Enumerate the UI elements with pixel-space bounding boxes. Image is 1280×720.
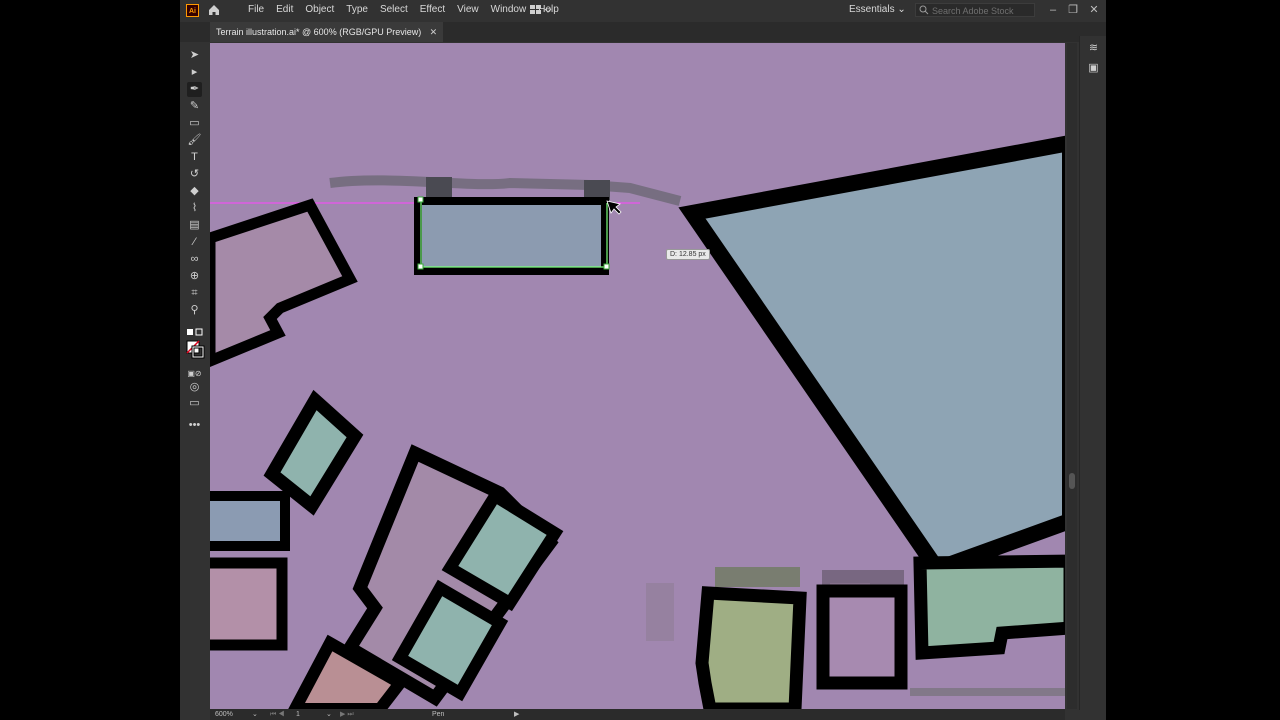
artwork xyxy=(210,43,1065,709)
menu-items: File Edit Object Type Select Effect View… xyxy=(242,0,565,20)
workspace-label: Essentials xyxy=(849,4,895,15)
arrange-documents-icon[interactable] xyxy=(529,4,553,16)
artboard-number[interactable]: 1 xyxy=(296,709,300,720)
vertical-scrollbar[interactable] xyxy=(1067,43,1077,709)
gradient-icon[interactable]: ▤ xyxy=(187,218,202,233)
artboard-canvas[interactable]: D: 12.85 px xyxy=(210,43,1065,709)
fill-stroke-icon[interactable] xyxy=(184,327,206,367)
blurred-block xyxy=(646,583,674,641)
tools-panel: ➤ ▸ ✒ ✎ ▭ 🖌 T ↺ ◆ ⌇ ▤ ⁄ ∞ ⊕ ⌗ ⚲ ▣⊘ ◎ ▭ •… xyxy=(180,42,209,712)
document-tab-bar: Terrain illustration.ai* @ 600% (RGB/GPU… xyxy=(180,22,1106,42)
pen-icon[interactable]: ✒ xyxy=(187,82,202,97)
chevron-down-icon: ⌄ xyxy=(897,4,906,15)
eraser-icon[interactable]: ◆ xyxy=(187,184,202,199)
status-bar: 600% ⌄ ⏮ ◀ 1 ⌄ ▶ ⏭ Pen ▶ xyxy=(210,709,1065,720)
measurement-tooltip: D: 12.85 px xyxy=(666,249,710,260)
menu-window[interactable]: Window xyxy=(485,0,533,20)
menu-view[interactable]: View xyxy=(451,0,485,20)
right-panel-dock: ≋ ▣ xyxy=(1079,36,1106,710)
type-icon[interactable]: T xyxy=(187,150,202,165)
rectangle-icon[interactable]: ▭ xyxy=(187,116,202,131)
next-artboard-icon[interactable]: ▶ ⏭ xyxy=(340,709,354,720)
menu-file[interactable]: File xyxy=(242,0,270,20)
home-icon[interactable] xyxy=(207,3,221,17)
drawn-rectangle xyxy=(414,197,609,275)
menu-select[interactable]: Select xyxy=(374,0,414,20)
chevron-down-icon[interactable]: ⌄ xyxy=(326,709,332,720)
blurred-block xyxy=(426,177,452,199)
menu-effect[interactable]: Effect xyxy=(414,0,451,20)
building-shape xyxy=(210,557,288,651)
blend-icon[interactable]: ∞ xyxy=(187,252,202,267)
draw-mode-icon[interactable]: ▣⊘ xyxy=(187,366,202,381)
tab-close-icon[interactable]: ✕ xyxy=(430,22,438,42)
document-tab-title: Terrain illustration.ai* @ 600% (RGB/GPU… xyxy=(216,27,422,37)
anchor-point[interactable] xyxy=(603,263,610,270)
minimize-icon[interactable]: – xyxy=(1045,2,1061,18)
rotate-icon[interactable]: ↺ xyxy=(187,167,202,182)
building-shape xyxy=(816,584,908,690)
chevron-down-icon[interactable]: ⌄ xyxy=(252,709,258,720)
restore-icon[interactable]: ❐ xyxy=(1065,2,1081,18)
building-shape xyxy=(210,491,290,551)
eyedropper-icon[interactable]: ⁄ xyxy=(187,235,202,250)
anchor-point[interactable] xyxy=(417,263,424,270)
close-icon[interactable]: ✕ xyxy=(1086,2,1102,18)
blurred-block xyxy=(910,688,1065,696)
stock-search-input[interactable]: Search Adobe Stock xyxy=(915,3,1035,17)
menu-object[interactable]: Object xyxy=(299,0,340,20)
building-shape xyxy=(695,586,807,709)
scroll-thumb[interactable] xyxy=(1069,473,1075,489)
width-icon[interactable]: ⌇ xyxy=(187,201,202,216)
status-menu-icon[interactable]: ▶ xyxy=(514,709,519,720)
search-icon xyxy=(919,5,929,15)
document-tab[interactable]: Terrain illustration.ai* @ 600% (RGB/GPU… xyxy=(210,22,444,42)
app-logo: Ai xyxy=(186,4,199,17)
illustrator-window: Ai File Edit Object Type Select Effect V… xyxy=(180,0,1106,720)
libraries-icon[interactable]: ▣ xyxy=(1087,62,1100,75)
anchor-point[interactable] xyxy=(417,196,424,203)
artboard-icon[interactable]: ⌗ xyxy=(187,286,202,301)
menu-edit[interactable]: Edit xyxy=(270,0,299,20)
menu-type[interactable]: Type xyxy=(340,0,374,20)
direct-selection-icon[interactable]: ▸ xyxy=(187,65,202,80)
workspace-switcher[interactable]: Essentials ⌄ xyxy=(849,0,906,20)
prev-artboard-icon[interactable]: ⏮ ◀ xyxy=(270,709,285,720)
layers-icon[interactable]: ≋ xyxy=(1087,42,1100,55)
screen-mode-icon[interactable]: ▭ xyxy=(187,396,202,411)
menu-bar: Ai File Edit Object Type Select Effect V… xyxy=(180,0,1106,20)
zoom-level[interactable]: 600% xyxy=(215,709,233,720)
draw-inside-icon[interactable]: ◎ xyxy=(187,380,202,395)
paintbrush-icon[interactable]: 🖌 xyxy=(187,133,202,148)
search-placeholder: Search Adobe Stock xyxy=(932,6,1014,16)
zoom-icon[interactable]: ⚲ xyxy=(187,303,202,318)
shape-builder-icon[interactable]: ⊕ xyxy=(187,269,202,284)
blurred-block xyxy=(715,567,800,587)
edit-toolbar-icon[interactable]: ••• xyxy=(187,418,202,433)
current-tool: Pen xyxy=(432,711,445,718)
selection-icon[interactable]: ➤ xyxy=(187,48,202,63)
curvature-icon[interactable]: ✎ xyxy=(187,99,202,114)
